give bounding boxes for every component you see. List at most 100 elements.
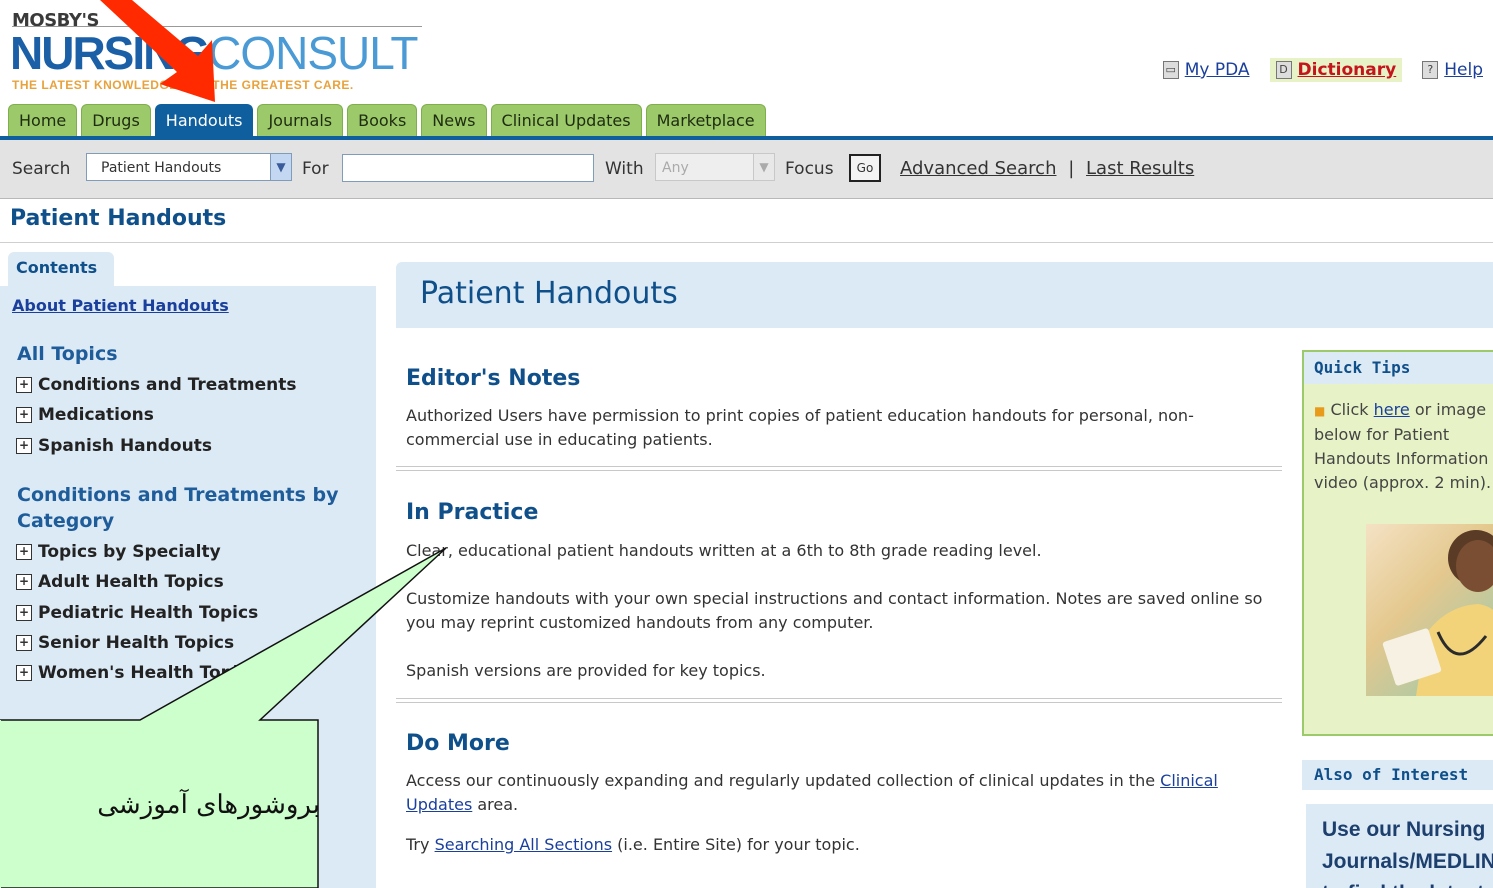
help-link[interactable]: Help [1444, 60, 1483, 80]
promo-line-3: to find the latest [1322, 878, 1493, 888]
tab-handouts[interactable]: Handouts [154, 104, 254, 137]
main-header-panel: Patient Handouts [396, 262, 1493, 328]
searching-all-sections-link[interactable]: Searching All Sections [435, 835, 613, 854]
do-more-p1-tail: area. [477, 795, 519, 814]
also-of-interest-promo[interactable]: Use our Nursing Journals/MEDLINE to find… [1306, 804, 1493, 888]
sidebar-item-label: Senior Health Topics [38, 633, 235, 653]
main-title: Patient Handouts [420, 276, 678, 311]
contents-tab[interactable]: Contents [8, 252, 114, 286]
sidebar-item-topics-by-specialty[interactable]: + Topics by Specialty [16, 542, 221, 562]
in-practice-p2: Customize handouts with your own special… [406, 589, 1263, 632]
do-more-p2-tail: (i.e. Entire Site) for your topic. [617, 835, 860, 854]
quick-tips-panel: Quick Tips ■ Click here or image below f… [1302, 350, 1493, 736]
sidebar-item-label: Pediatric Health Topics [38, 603, 259, 623]
dictionary-link-group[interactable]: D Dictionary [1269, 58, 1403, 82]
chevron-down-icon[interactable]: ▼ [270, 154, 291, 180]
quick-tips-here-link[interactable]: here [1374, 400, 1410, 419]
search-scope-select[interactable]: Patient Handouts ▼ [86, 153, 292, 181]
quick-tips-bullet: ■ Click here or image below for Patient … [1314, 398, 1493, 495]
help-link-group[interactable]: ? Help [1416, 58, 1489, 82]
in-practice-p3: Spanish versions are provided for key to… [406, 661, 766, 680]
expand-plus-icon[interactable]: + [16, 665, 32, 681]
last-results-link[interactable]: Last Results [1086, 158, 1194, 179]
dictionary-link[interactable]: Dictionary [1298, 60, 1397, 80]
tab-drugs[interactable]: Drugs [81, 104, 151, 137]
section-divider [396, 698, 1282, 703]
in-practice-heading: In Practice [406, 500, 539, 525]
search-bar: Search Patient Handouts ▼ For With Any ▼… [0, 140, 1493, 199]
editors-notes-heading: Editor's Notes [406, 366, 581, 391]
for-label: For [302, 159, 329, 179]
sidebar-item-senior-health[interactable]: + Senior Health Topics [16, 633, 234, 653]
do-more-heading: Do More [406, 731, 510, 756]
do-more-p1-text: Access our continuously expanding and re… [406, 771, 1156, 790]
chevron-down-icon[interactable]: ▼ [753, 154, 774, 180]
with-select-value: Any [662, 160, 689, 176]
utility-links: ▭ My PDA D Dictionary ? Help [1157, 58, 1489, 82]
do-more-p2: Try Searching All Sections (i.e. Entire … [406, 833, 1276, 857]
tab-home[interactable]: Home [8, 104, 78, 137]
sidebar-item-spanish-handouts[interactable]: + Spanish Handouts [16, 436, 212, 456]
quick-tips-text: Click [1330, 400, 1369, 419]
my-pda-link[interactable]: My PDA [1185, 60, 1250, 80]
expand-plus-icon[interactable]: + [16, 574, 32, 590]
category-heading: Conditions and Treatments by Category [17, 484, 339, 532]
nursing-consult-logo[interactable]: MOSBY'S NURSINGCONSULT THE LATEST KNOWLE… [10, 8, 430, 98]
tab-journals[interactable]: Journals [257, 104, 344, 137]
search-input[interactable] [342, 154, 594, 182]
my-pda-link-group[interactable]: ▭ My PDA [1157, 58, 1256, 82]
nurse-video-thumbnail[interactable] [1366, 524, 1493, 696]
sidebar-item-label: Conditions and Treatments [38, 375, 297, 395]
in-practice-p1: Clear, educational patient handouts writ… [406, 541, 1042, 560]
expand-plus-icon[interactable]: + [16, 438, 32, 454]
search-links: Advanced Search | Last Results [900, 158, 1194, 179]
editors-notes-text: Authorized Users have permission to prin… [406, 406, 1194, 449]
callout-text: بروشورهای آموزشی [97, 790, 320, 820]
quick-tips-heading: Quick Tips [1304, 352, 1493, 384]
link-separator: | [1068, 158, 1075, 179]
title-divider [0, 242, 1493, 243]
dictionary-book-icon: D [1275, 61, 1292, 79]
help-question-icon: ? [1422, 61, 1439, 79]
sidebar-item-label: Women's Health Topics [38, 663, 259, 683]
sidebar-item-medications[interactable]: + Medications [16, 405, 154, 425]
tab-news[interactable]: News [421, 104, 487, 137]
sidebar-item-adult-health[interactable]: + Adult Health Topics [16, 572, 224, 592]
tab-marketplace[interactable]: Marketplace [645, 104, 766, 137]
logo-tagline: THE LATEST KNOWLEDGE FOR THE GREATEST CA… [12, 78, 354, 92]
bullet-icon: ■ [1314, 404, 1326, 418]
logo-wordmark: NURSINGCONSULT [10, 27, 419, 79]
with-select[interactable]: Any ▼ [655, 153, 775, 181]
sidebar-item-label: Spanish Handouts [38, 436, 212, 456]
do-more-p1: Access our continuously expanding and re… [406, 769, 1226, 817]
expand-plus-icon[interactable]: + [16, 407, 32, 423]
search-scope-value: Patient Handouts [101, 160, 222, 176]
sidebar-item-label: Adult Health Topics [38, 572, 224, 592]
also-of-interest-heading: Also of Interest [1302, 760, 1493, 790]
logo-nursing-text: NURSING [10, 27, 210, 79]
page-title: Patient Handouts [10, 206, 227, 231]
pda-icon: ▭ [1162, 61, 1179, 79]
expand-plus-icon[interactable]: + [16, 635, 32, 651]
tab-books[interactable]: Books [347, 104, 418, 137]
all-topics-heading: All Topics [17, 343, 118, 365]
go-button[interactable]: Go [849, 154, 881, 182]
expand-plus-icon[interactable]: + [16, 544, 32, 560]
sidebar-item-womens-health[interactable]: + Women's Health Topics [16, 663, 259, 683]
sidebar-item-label: Topics by Specialty [38, 542, 221, 562]
sidebar-item-pediatric-health[interactable]: + Pediatric Health Topics [16, 603, 258, 623]
do-more-p2-text: Try [406, 835, 430, 854]
sidebar-item-label: Medications [38, 405, 154, 425]
main-nav-tabs: Home Drugs Handouts Journals Books News … [8, 104, 766, 137]
about-patient-handouts-link[interactable]: About Patient Handouts [12, 296, 229, 315]
advanced-search-link[interactable]: Advanced Search [900, 158, 1056, 179]
expand-plus-icon[interactable]: + [16, 605, 32, 621]
sidebar-item-conditions-treatments[interactable]: + Conditions and Treatments [16, 375, 297, 395]
focus-label: Focus [785, 159, 834, 179]
logo-consult-text: CONSULT [208, 27, 418, 79]
with-label: With [605, 159, 644, 179]
tab-clinical-updates[interactable]: Clinical Updates [490, 104, 642, 137]
search-label: Search [12, 159, 71, 179]
section-divider [396, 466, 1282, 471]
expand-plus-icon[interactable]: + [16, 377, 32, 393]
